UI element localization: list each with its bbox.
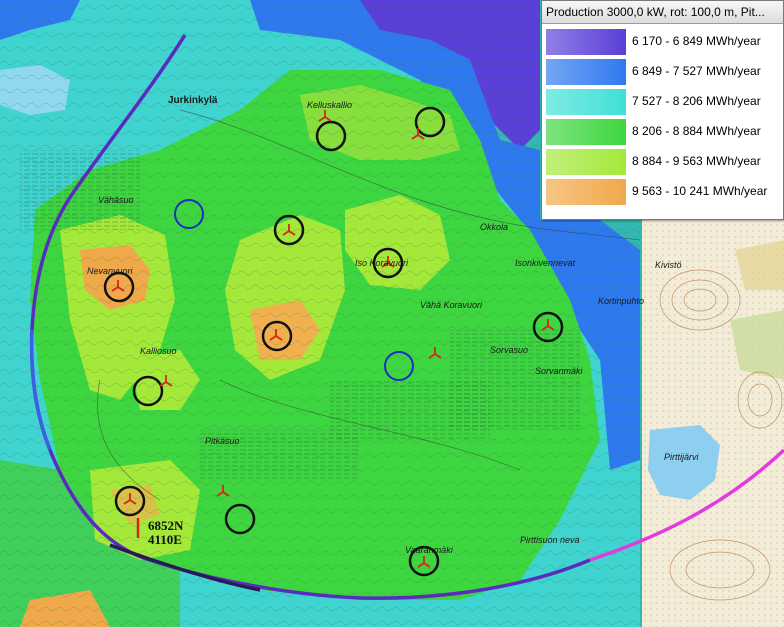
place-label-iso-koravuori: Iso Koravuori	[355, 258, 409, 268]
legend-label: 7 527 - 8 206 MWh/year	[632, 94, 761, 108]
legend-entry: 7 527 - 8 206 MWh/year	[546, 88, 781, 116]
legend-swatch	[546, 29, 626, 55]
legend-entry: 8 206 - 8 884 MWh/year	[546, 118, 781, 146]
legend-label: 6 849 - 7 527 MWh/year	[632, 64, 761, 78]
place-label-sorvasuo: Sorvasuo	[490, 345, 529, 355]
legend-entry: 6 849 - 7 527 MWh/year	[546, 58, 781, 86]
coordinate-label: 6852N 4110E	[148, 519, 183, 547]
place-label-pirttisuon-neva: Pirttisuon neva	[520, 535, 580, 545]
place-label-kortinpuhto: Kortinpuhto	[598, 296, 645, 306]
place-label-jurkinkyla: Jurkinkylä	[168, 95, 218, 106]
place-label-pitkasuo: Pitkäsuo	[205, 436, 240, 446]
coordinate-east: 4110E	[148, 532, 182, 547]
marsh-texture-2	[20, 150, 140, 230]
place-label-vaha-koravuori: Vähä Koravuori	[420, 300, 483, 310]
place-label-sorvanmaki: Sorvanmäki	[535, 366, 583, 376]
place-label-vahasuo: Vähäsuo	[98, 195, 134, 205]
legend-label: 6 170 - 6 849 MWh/year	[632, 34, 761, 48]
legend-swatch	[546, 59, 626, 85]
legend-swatch	[546, 179, 626, 205]
place-label-pirttijarvi: Pirttijärvi	[664, 452, 699, 462]
legend-entry: 8 884 - 9 563 MWh/year	[546, 148, 781, 176]
coordinate-north: 6852N	[148, 518, 184, 533]
legend-title[interactable]: Production 3000,0 kW, rot: 100,0 m, Pit.…	[542, 1, 783, 24]
legend-swatch	[546, 119, 626, 145]
legend-swatch	[546, 89, 626, 115]
place-label-kalliosuo: Kalliosuo	[140, 346, 177, 356]
place-label-okkola: Okkola	[480, 222, 509, 232]
place-label-kelluskallio: Kelluskallio	[307, 100, 353, 110]
legend-entry: 6 170 - 6 849 MWh/year	[546, 28, 781, 56]
place-label-vaaranmaki: Vaaranmäki	[405, 545, 453, 555]
legend-label: 8 884 - 9 563 MWh/year	[632, 154, 761, 168]
legend-label: 8 206 - 8 884 MWh/year	[632, 124, 761, 138]
place-label-isonkivennevat: Isonkivennevat	[515, 258, 576, 268]
legend-entry: 9 563 - 10 241 MWh/year	[546, 178, 781, 206]
legend-label: 9 563 - 10 241 MWh/year	[632, 184, 768, 198]
place-label-kivisto: Kivistö	[655, 260, 682, 270]
place-label-nevanvuori: Nevanvuori	[87, 266, 133, 276]
legend-swatch	[546, 149, 626, 175]
production-legend[interactable]: Production 3000,0 kW, rot: 100,0 m, Pit.…	[541, 0, 784, 220]
